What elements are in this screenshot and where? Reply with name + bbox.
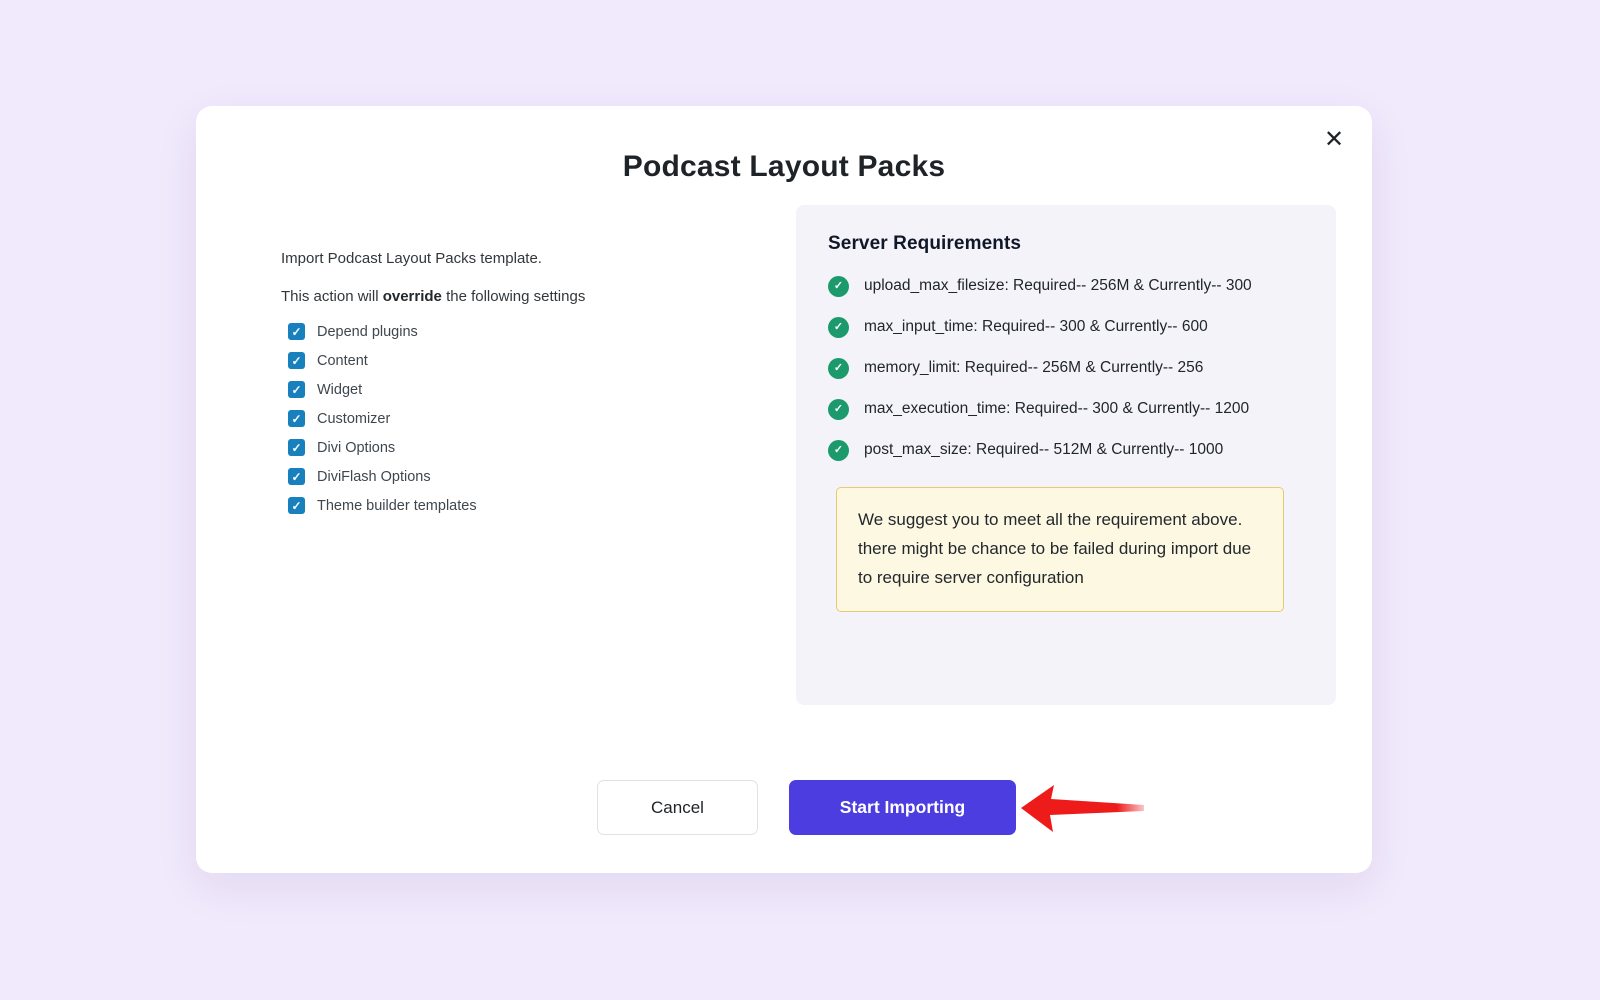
check-circle-icon: ✓ (828, 358, 849, 379)
checkbox-row: ✓ DiviFlash Options (288, 468, 731, 485)
cancel-button[interactable]: Cancel (597, 780, 758, 835)
checkbox-row: ✓ Theme builder templates (288, 497, 731, 514)
checkbox-label: Depend plugins (317, 324, 418, 340)
requirement-row: ✓ post_max_size: Required-- 512M & Curre… (828, 439, 1336, 461)
checkbox-row: ✓ Customizer (288, 410, 731, 427)
import-description: Import Podcast Layout Packs template. (281, 250, 731, 267)
checkbox-checked[interactable]: ✓ (288, 323, 305, 340)
checkbox-row: ✓ Widget (288, 381, 731, 398)
checkbox-checked[interactable]: ✓ (288, 352, 305, 369)
requirement-text: max_input_time: Required-- 300 & Current… (864, 316, 1208, 338)
requirement-text: memory_limit: Required-- 256M & Currentl… (864, 357, 1203, 379)
page-background: Podcast Layout Packs ✕ Import Podcast La… (0, 0, 1600, 1000)
checkbox-row: ✓ Content (288, 352, 731, 369)
check-circle-icon: ✓ (828, 399, 849, 420)
checkbox-label: Widget (317, 382, 362, 398)
check-circle-icon: ✓ (828, 276, 849, 297)
requirement-text: upload_max_filesize: Required-- 256M & C… (864, 275, 1252, 297)
check-circle-icon: ✓ (828, 440, 849, 461)
checkbox-label: Theme builder templates (317, 498, 477, 514)
suggestion-warning-box: We suggest you to meet all the requireme… (836, 487, 1284, 612)
checkbox-label: Content (317, 353, 368, 369)
requirement-row: ✓ max_execution_time: Required-- 300 & C… (828, 398, 1336, 420)
override-notice: This action will override the following … (281, 288, 731, 305)
start-importing-button[interactable]: Start Importing (789, 780, 1016, 835)
requirements-list: ✓ upload_max_filesize: Required-- 256M &… (828, 275, 1336, 461)
checkbox-checked[interactable]: ✓ (288, 439, 305, 456)
override-notice-emphasis: override (383, 288, 442, 305)
checkbox-row: ✓ Divi Options (288, 439, 731, 456)
requirement-text: max_execution_time: Required-- 300 & Cur… (864, 398, 1249, 420)
settings-checkbox-list: ✓ Depend plugins ✓ Content ✓ Widget (288, 323, 731, 514)
checkbox-label: Customizer (317, 411, 390, 427)
import-dialog: Podcast Layout Packs ✕ Import Podcast La… (196, 106, 1372, 873)
requirement-row: ✓ max_input_time: Required-- 300 & Curre… (828, 316, 1336, 338)
checkbox-label: Divi Options (317, 440, 395, 456)
close-icon[interactable]: ✕ (1318, 124, 1350, 156)
override-notice-prefix: This action will (281, 288, 383, 305)
requirement-row: ✓ memory_limit: Required-- 256M & Curren… (828, 357, 1336, 379)
checkbox-label: DiviFlash Options (317, 469, 431, 485)
server-requirements-panel: Server Requirements ✓ upload_max_filesiz… (796, 205, 1336, 705)
dialog-title: Podcast Layout Packs (196, 150, 1372, 184)
checkbox-row: ✓ Depend plugins (288, 323, 731, 340)
requirement-text: post_max_size: Required-- 512M & Current… (864, 439, 1223, 461)
check-circle-icon: ✓ (828, 317, 849, 338)
checkbox-checked[interactable]: ✓ (288, 381, 305, 398)
server-requirements-heading: Server Requirements (828, 233, 1336, 255)
checkbox-checked[interactable]: ✓ (288, 497, 305, 514)
override-notice-suffix: the following settings (442, 288, 585, 305)
checkbox-checked[interactable]: ✓ (288, 410, 305, 427)
checkbox-checked[interactable]: ✓ (288, 468, 305, 485)
import-options-section: Import Podcast Layout Packs template. Th… (281, 250, 731, 526)
requirement-row: ✓ upload_max_filesize: Required-- 256M &… (828, 275, 1336, 297)
